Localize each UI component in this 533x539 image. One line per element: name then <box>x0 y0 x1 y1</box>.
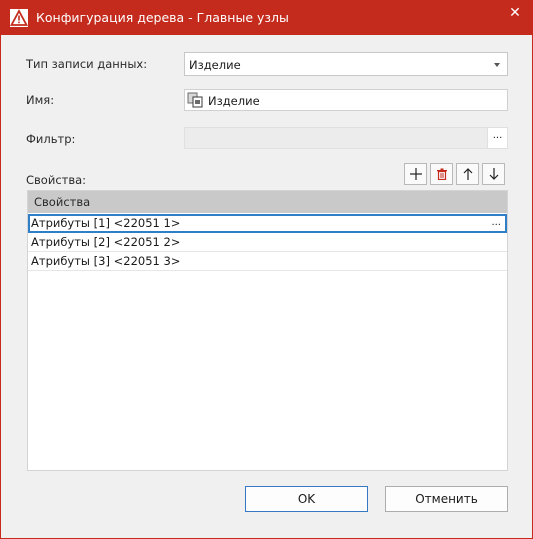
table-row[interactable]: Атрибуты [2] <22051 2> <box>28 233 507 252</box>
app-warning-icon <box>10 9 28 27</box>
row-label: Атрибуты [3] <22051 3> <box>31 254 181 268</box>
title-bar[interactable]: Конфигурация дерева - Главные узлы ✕ <box>1 1 532 35</box>
properties-label: Свойства: <box>26 173 87 187</box>
filter-browse-button[interactable]: ... <box>487 128 507 148</box>
cancel-button[interactable]: Отменить <box>385 486 508 512</box>
arrow-up-icon <box>463 168 473 180</box>
move-up-button[interactable] <box>456 163 479 185</box>
name-field[interactable]: Изделие <box>184 89 508 111</box>
row-edit-button[interactable]: ... <box>491 217 501 228</box>
dialog-window: Конфигурация дерева - Главные узлы ✕ Тип… <box>0 0 533 539</box>
plus-icon <box>410 168 422 180</box>
item-icon <box>187 92 203 108</box>
row-label: Атрибуты [2] <22051 2> <box>31 235 181 249</box>
record-type-value: Изделие <box>189 58 241 72</box>
properties-grid[interactable]: Свойства Атрибуты [1] <22051 1> ... Атри… <box>27 190 508 471</box>
window-title: Конфигурация дерева - Главные узлы <box>36 10 289 25</box>
move-down-button[interactable] <box>482 163 505 185</box>
grid-header-label: Свойства <box>34 195 91 209</box>
ok-button[interactable]: OK <box>245 486 368 512</box>
grid-header[interactable]: Свойства <box>28 191 507 213</box>
row-label: Атрибуты [1] <22051 1> <box>31 216 181 230</box>
record-type-label: Тип записи данных: <box>26 57 148 71</box>
trash-icon <box>437 168 447 180</box>
chevron-down-icon <box>494 63 500 67</box>
add-property-button[interactable] <box>404 163 427 185</box>
delete-property-button[interactable] <box>430 163 453 185</box>
close-button[interactable]: ✕ <box>498 1 532 27</box>
table-row[interactable]: Атрибуты [1] <22051 1> ... <box>28 214 507 233</box>
record-type-dropdown[interactable]: Изделие <box>184 52 508 76</box>
name-label: Имя: <box>26 93 55 107</box>
table-row[interactable]: Атрибуты [3] <22051 3> <box>28 252 507 271</box>
name-value: Изделие <box>208 94 260 108</box>
filter-field[interactable]: ... <box>184 127 508 149</box>
arrow-down-icon <box>489 168 499 180</box>
filter-label: Фильтр: <box>26 132 76 146</box>
